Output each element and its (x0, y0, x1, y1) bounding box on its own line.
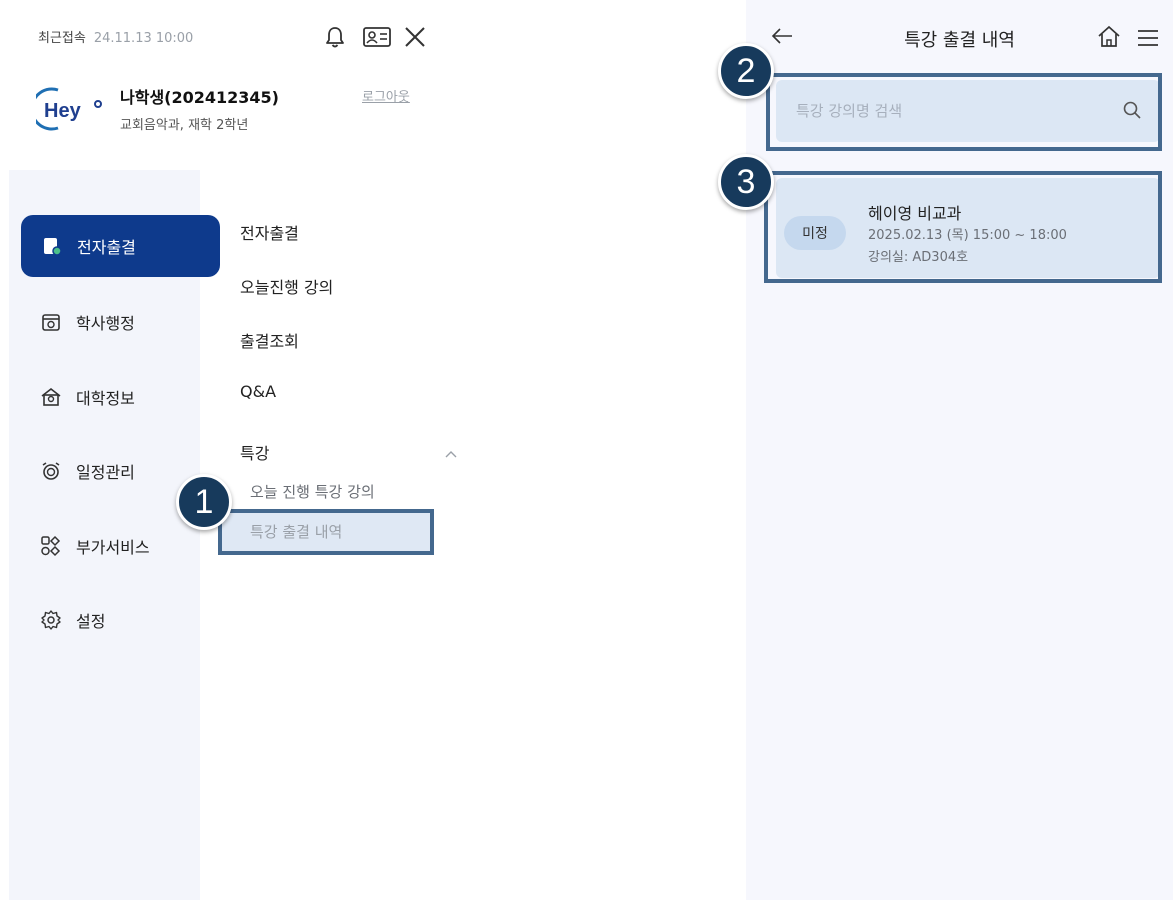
submenu-item-qna[interactable]: Q&A (240, 382, 276, 401)
user-profile: Hey 나학생(202412345) 교회음악과, 재학 2학년 로그아웃 (30, 80, 426, 140)
home-icon[interactable] (1096, 24, 1122, 50)
sidebar-item-label: 설정 (76, 612, 106, 631)
submenu-child-special-attendance[interactable]: 특강 출결 내역 (250, 521, 342, 542)
bell-icon[interactable] (322, 24, 348, 50)
university-icon (40, 386, 62, 408)
hey-logo: Hey (30, 84, 106, 132)
sidebar-item-label: 대학정보 (76, 389, 135, 408)
submenu-item-attendance[interactable]: 전자출결 (240, 220, 299, 244)
alarm-clock-icon (40, 460, 62, 482)
sidebar-item-label: 전자출결 (77, 238, 136, 257)
recent-access-time: 24.11.13 10:00 (93, 31, 194, 46)
step-badge-3: 3 (718, 154, 774, 210)
logo-text: Hey (44, 100, 82, 122)
sidebar-item-academic[interactable]: 학사행정 (20, 291, 210, 353)
gear-icon (40, 609, 62, 631)
logout-link[interactable]: 로그아웃 (362, 86, 410, 105)
user-name: 나학생(202412345) (120, 88, 279, 107)
recent-access: 최근접속 24.11.13 10:00 (38, 27, 193, 46)
sidebar-item-attendance[interactable]: 전자출결 (21, 215, 220, 277)
submenu-item-attendance-lookup[interactable]: 출결조회 (240, 328, 299, 352)
hamburger-menu-icon[interactable] (1136, 28, 1160, 48)
close-icon[interactable] (402, 24, 428, 50)
sidebar-item-services[interactable]: 부가서비스 (20, 515, 210, 577)
sidebar-item-label: 부가서비스 (76, 538, 150, 557)
highlight-search (766, 73, 1162, 151)
navigation-drawer: 최근접속 24.11.13 10:00 Hey 나학생(202412345) 교회… (0, 0, 466, 900)
submenu-item-special-lecture[interactable]: 특강 (240, 440, 269, 464)
user-department: 교회음악과, 재학 2학년 (120, 118, 249, 133)
attendance-icon (41, 235, 63, 257)
sidebar-item-label: 학사행정 (76, 314, 135, 333)
recent-access-label: 최근접속 (38, 31, 86, 46)
step-badge-1: 1 (176, 474, 232, 530)
academic-icon (40, 311, 62, 333)
sidebar-item-label: 일정관리 (76, 463, 135, 482)
screen-header: 특강 출결 내역 (746, 18, 1173, 58)
topbar-icons (322, 24, 428, 50)
submenu-item-today-lecture[interactable]: 오늘진행 강의 (240, 274, 333, 298)
id-card-icon[interactable] (362, 24, 391, 50)
submenu-child-today-special[interactable]: 오늘 진행 특강 강의 (250, 481, 375, 502)
sidebar-item-university[interactable]: 대학정보 (20, 366, 210, 428)
step-badge-2: 2 (718, 43, 774, 99)
chevron-up-icon[interactable] (444, 444, 458, 458)
highlight-lecture-card (764, 171, 1162, 283)
services-icon (40, 535, 62, 557)
sidebar-item-settings[interactable]: 설정 (20, 589, 210, 651)
drawer-topbar: 최근접속 24.11.13 10:00 (38, 24, 428, 48)
